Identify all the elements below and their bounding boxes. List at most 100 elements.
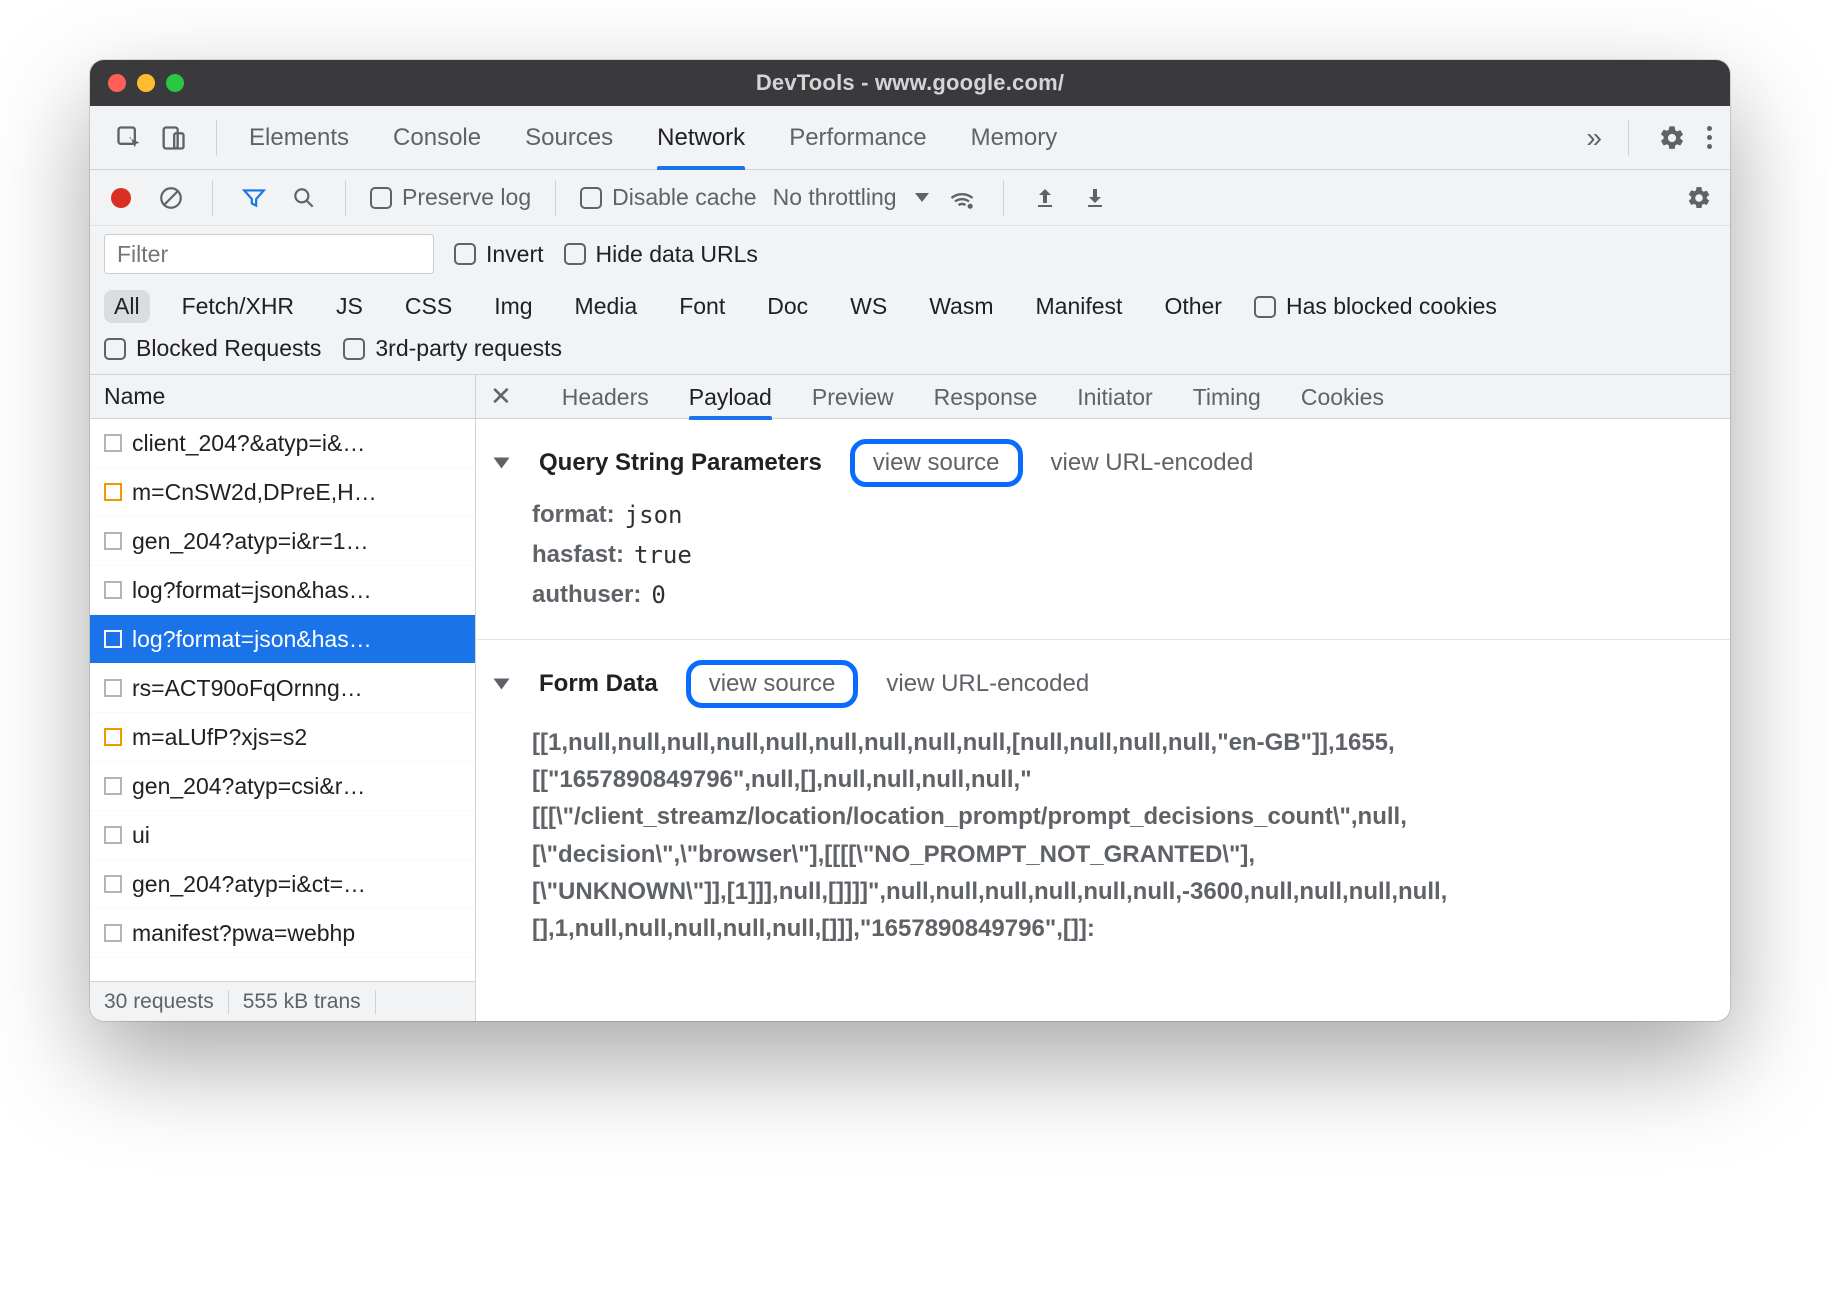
document-file-icon bbox=[104, 630, 122, 648]
blocked-requests-checkbox[interactable]: Blocked Requests bbox=[104, 335, 321, 362]
search-icon[interactable] bbox=[287, 181, 321, 215]
filter-type-all[interactable]: All bbox=[104, 290, 150, 323]
request-row[interactable]: gen_204?atyp=i&ct=… bbox=[90, 860, 475, 909]
filter-type-img[interactable]: Img bbox=[484, 290, 542, 323]
preserve-log-checkbox[interactable]: Preserve log bbox=[370, 184, 531, 211]
network-settings-icon[interactable] bbox=[1682, 181, 1716, 215]
filter-icon[interactable] bbox=[237, 181, 271, 215]
query-params-section: Query String Parameters view source view… bbox=[496, 433, 1710, 625]
document-file-icon bbox=[104, 532, 122, 550]
view-url-encoded-button[interactable]: view URL-encoded bbox=[886, 670, 1089, 698]
third-party-checkbox[interactable]: 3rd-party requests bbox=[343, 335, 562, 362]
request-row[interactable]: m=CnSW2d,DPreE,H… bbox=[90, 468, 475, 517]
detail-tab-bar: ✕ Headers Payload Preview Response Initiator… bbox=[476, 375, 1730, 419]
document-file-icon bbox=[104, 826, 122, 844]
disclosure-triangle-icon[interactable] bbox=[494, 679, 510, 690]
request-row[interactable]: m=aLUfP?xjs=s2 bbox=[90, 713, 475, 762]
view-source-button[interactable]: view source bbox=[686, 660, 859, 708]
status-transfer: 555 kB trans bbox=[229, 990, 376, 1014]
disclosure-triangle-icon[interactable] bbox=[494, 458, 510, 469]
tabs-overflow-icon[interactable]: » bbox=[1586, 122, 1602, 154]
tab-elements[interactable]: Elements bbox=[249, 107, 349, 169]
request-row[interactable]: log?format=json&has… bbox=[90, 615, 475, 664]
filter-type-other[interactable]: Other bbox=[1154, 290, 1232, 323]
request-row[interactable]: log?format=json&has… bbox=[90, 566, 475, 615]
param-value: 0 bbox=[651, 581, 665, 609]
detail-tab-preview[interactable]: Preview bbox=[812, 375, 894, 419]
tab-sources[interactable]: Sources bbox=[525, 107, 613, 169]
record-button[interactable] bbox=[104, 181, 138, 215]
devtools-window: DevTools - www.google.com/ Elements Conso… bbox=[90, 60, 1730, 1021]
section-title-query: Query String Parameters bbox=[539, 449, 822, 477]
titlebar: DevTools - www.google.com/ bbox=[90, 60, 1730, 106]
detail-tab-timing[interactable]: Timing bbox=[1193, 375, 1261, 419]
tab-console[interactable]: Console bbox=[393, 107, 481, 169]
form-data-line: [\"decision\",\"browser\"],[[[[\"NO_PROM… bbox=[532, 836, 1710, 873]
document-file-icon bbox=[104, 581, 122, 599]
filter-type-media[interactable]: Media bbox=[565, 290, 648, 323]
filter-type-font[interactable]: Font bbox=[669, 290, 735, 323]
detail-tab-response[interactable]: Response bbox=[934, 375, 1038, 419]
request-name: m=CnSW2d,DPreE,H… bbox=[132, 479, 377, 506]
network-toolbar: Preserve log Disable cache No throttling bbox=[90, 170, 1730, 226]
throttling-select[interactable]: No throttling bbox=[773, 184, 929, 211]
filter-type-fetchxhr[interactable]: Fetch/XHR bbox=[172, 290, 304, 323]
form-data-line: [],1,null,null,null,null,null,[]]],"1657… bbox=[532, 910, 1710, 947]
status-bar: 30 requests 555 kB trans bbox=[90, 981, 475, 1021]
hide-data-urls-checkbox[interactable]: Hide data URLs bbox=[564, 241, 758, 268]
query-param-row: hasfast: true bbox=[532, 535, 1710, 575]
script-file-icon bbox=[104, 728, 122, 746]
request-name: log?format=json&has… bbox=[132, 626, 372, 653]
param-key: hasfast: bbox=[532, 541, 624, 569]
third-party-label: 3rd-party requests bbox=[375, 335, 562, 362]
download-har-icon[interactable] bbox=[1078, 181, 1112, 215]
hide-data-urls-label: Hide data URLs bbox=[596, 241, 758, 268]
invert-checkbox[interactable]: Invert bbox=[454, 241, 544, 268]
filter-type-doc[interactable]: Doc bbox=[757, 290, 818, 323]
more-menu-icon[interactable] bbox=[1707, 126, 1712, 149]
request-row[interactable]: manifest?pwa=webhp bbox=[90, 909, 475, 958]
request-name: gen_204?atyp=csi&r… bbox=[132, 773, 365, 800]
network-conditions-icon[interactable] bbox=[945, 181, 979, 215]
detail-tab-initiator[interactable]: Initiator bbox=[1077, 375, 1152, 419]
request-name: gen_204?atyp=i&ct=… bbox=[132, 871, 366, 898]
form-data-line: [["1657890849796",null,[],null,null,null… bbox=[532, 761, 1710, 798]
request-list-pane: Name client_204?&atyp=i&… m=CnSW2d,DPreE,… bbox=[90, 375, 476, 1021]
request-row[interactable]: gen_204?atyp=i&r=1… bbox=[90, 517, 475, 566]
tab-memory[interactable]: Memory bbox=[971, 107, 1058, 169]
form-data-line: [\"UNKNOWN\"]],[1]]],null,[]]]]",null,nu… bbox=[532, 873, 1710, 910]
tab-performance[interactable]: Performance bbox=[789, 107, 926, 169]
clear-icon[interactable] bbox=[154, 181, 188, 215]
tab-network[interactable]: Network bbox=[657, 107, 745, 169]
filter-type-ws[interactable]: WS bbox=[840, 290, 897, 323]
filter-type-css[interactable]: CSS bbox=[395, 290, 462, 323]
filter-type-manifest[interactable]: Manifest bbox=[1026, 290, 1133, 323]
request-row[interactable]: client_204?&atyp=i&… bbox=[90, 419, 475, 468]
has-blocked-cookies-checkbox[interactable]: Has blocked cookies bbox=[1254, 293, 1497, 320]
request-name: m=aLUfP?xjs=s2 bbox=[132, 724, 307, 751]
disable-cache-checkbox[interactable]: Disable cache bbox=[580, 184, 756, 211]
form-data-line: [[1,null,null,null,null,null,null,null,n… bbox=[532, 724, 1710, 761]
upload-har-icon[interactable] bbox=[1028, 181, 1062, 215]
has-blocked-cookies-label: Has blocked cookies bbox=[1286, 293, 1497, 320]
request-name: ui bbox=[132, 822, 150, 849]
inspect-element-icon[interactable] bbox=[112, 121, 146, 155]
device-toolbar-icon[interactable] bbox=[156, 121, 190, 155]
filter-type-js[interactable]: JS bbox=[326, 290, 373, 323]
invert-label: Invert bbox=[486, 241, 544, 268]
filter-input[interactable] bbox=[104, 234, 434, 274]
request-row[interactable]: gen_204?atyp=csi&r… bbox=[90, 762, 475, 811]
settings-icon[interactable] bbox=[1655, 121, 1689, 155]
detail-tab-cookies[interactable]: Cookies bbox=[1301, 375, 1384, 419]
view-url-encoded-button[interactable]: view URL-encoded bbox=[1051, 449, 1254, 477]
disable-cache-label: Disable cache bbox=[612, 184, 756, 211]
detail-tab-headers[interactable]: Headers bbox=[562, 375, 649, 419]
filter-type-wasm[interactable]: Wasm bbox=[919, 290, 1003, 323]
request-row[interactable]: ui bbox=[90, 811, 475, 860]
column-header-name[interactable]: Name bbox=[90, 375, 475, 419]
detail-tab-payload[interactable]: Payload bbox=[689, 375, 772, 419]
view-source-button[interactable]: view source bbox=[850, 439, 1023, 487]
close-icon[interactable]: ✕ bbox=[490, 381, 512, 412]
request-row[interactable]: rs=ACT90oFqOrnng… bbox=[90, 664, 475, 713]
param-value: true bbox=[634, 541, 692, 569]
